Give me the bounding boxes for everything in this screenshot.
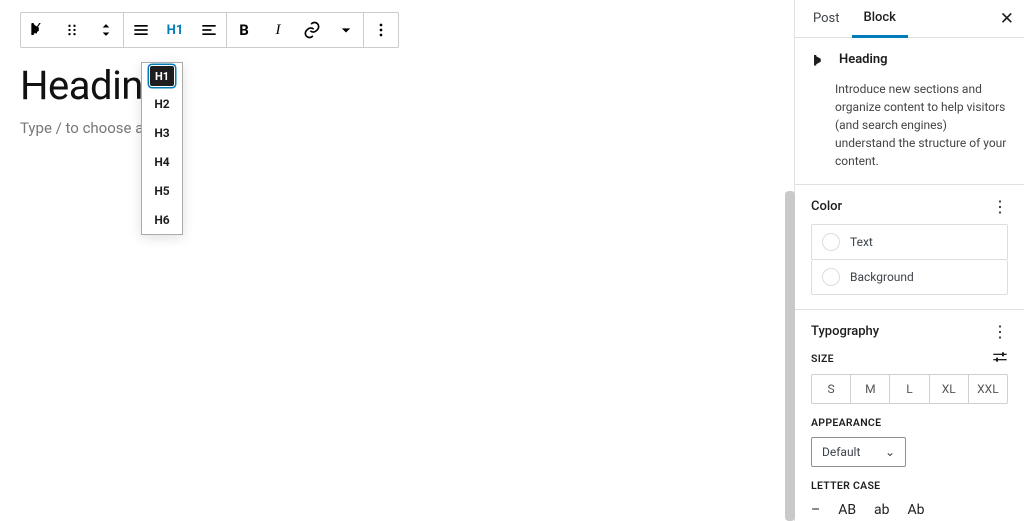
move-arrows-icon[interactable] [89, 13, 123, 47]
settings-sidebar: Post Block ✕ Heading Introduce new secti… [794, 0, 1024, 521]
text-align-button[interactable] [192, 13, 226, 47]
color-panel: Color ⋮ Text Background [795, 185, 1024, 310]
tab-post[interactable]: Post [801, 1, 852, 36]
drag-handle-icon[interactable] [55, 13, 89, 47]
font-size-segmented: S M L XL XXL [811, 374, 1008, 404]
editor-canvas: H1 B I Heading Type / to choose a H1 H2 … [0, 0, 794, 521]
color-options-icon[interactable]: ⋮ [992, 202, 1008, 212]
block-card-description: Introduce new sections and organize cont… [835, 80, 1008, 170]
paragraph-placeholder[interactable]: Type / to choose a [20, 119, 774, 137]
size-s[interactable]: S [812, 375, 851, 403]
background-color-label: Background [850, 270, 914, 284]
appearance-label: APPEARANCE [811, 416, 881, 429]
heading-icon [811, 52, 829, 74]
heading-level-h4[interactable]: H4 [142, 147, 182, 176]
background-color-swatch [822, 268, 840, 286]
background-color-button[interactable]: Background [811, 260, 1008, 295]
case-upper[interactable]: AB [838, 502, 856, 518]
heading-level-dropdown: H1 H2 H3 H4 H5 H6 [141, 62, 183, 235]
scrollbar-track [785, 0, 795, 521]
options-button[interactable] [364, 13, 398, 47]
block-card: Heading Introduce new sections and organ… [795, 38, 1024, 185]
size-m[interactable]: M [851, 375, 890, 403]
bold-button[interactable]: B [227, 13, 261, 47]
heading-level-h2[interactable]: H2 [142, 89, 182, 118]
size-l[interactable]: L [890, 375, 929, 403]
text-color-button[interactable]: Text [811, 224, 1008, 260]
more-rich-text-icon[interactable] [329, 13, 363, 47]
block-type-icon[interactable] [21, 13, 55, 47]
heading-level-h3[interactable]: H3 [142, 118, 182, 147]
color-panel-title: Color [811, 199, 842, 214]
heading-level-button[interactable]: H1 [158, 13, 192, 47]
text-color-label: Text [850, 235, 873, 249]
case-none[interactable]: – [811, 502, 820, 518]
heading-block[interactable]: Heading [20, 62, 774, 109]
link-button[interactable] [295, 13, 329, 47]
italic-button[interactable]: I [261, 13, 295, 47]
chevron-down-icon: ⌄ [885, 445, 895, 459]
close-icon[interactable]: ✕ [1000, 9, 1014, 29]
heading-level-h6[interactable]: H6 [142, 205, 182, 234]
appearance-select[interactable]: Default ⌄ [811, 437, 906, 467]
case-cap[interactable]: Ab [908, 502, 925, 518]
block-toolbar: H1 B I [20, 12, 399, 48]
align-button[interactable] [124, 13, 158, 47]
letter-case-label: LETTER CASE [811, 479, 880, 492]
size-label: SIZE [811, 352, 834, 365]
scrollbar-thumb[interactable] [785, 191, 795, 521]
heading-level-h1[interactable]: H1 [150, 66, 174, 86]
typography-options-icon[interactable]: ⋮ [992, 327, 1008, 337]
sidebar-tabs: Post Block ✕ [795, 0, 1024, 38]
heading-level-h5[interactable]: H5 [142, 176, 182, 205]
block-card-title: Heading [839, 52, 888, 67]
text-color-swatch [822, 233, 840, 251]
typography-panel: Typography ⋮ SIZE S M L XL XXL APPEARANC… [795, 310, 1024, 521]
typography-title: Typography [811, 324, 879, 339]
appearance-value: Default [822, 445, 860, 459]
letter-case-row: – AB ab Ab [811, 502, 1008, 518]
size-custom-icon[interactable] [992, 351, 1008, 366]
size-xl[interactable]: XL [930, 375, 969, 403]
tab-block[interactable]: Block [852, 0, 908, 38]
size-xxl[interactable]: XXL [969, 375, 1007, 403]
case-lower[interactable]: ab [874, 502, 889, 518]
